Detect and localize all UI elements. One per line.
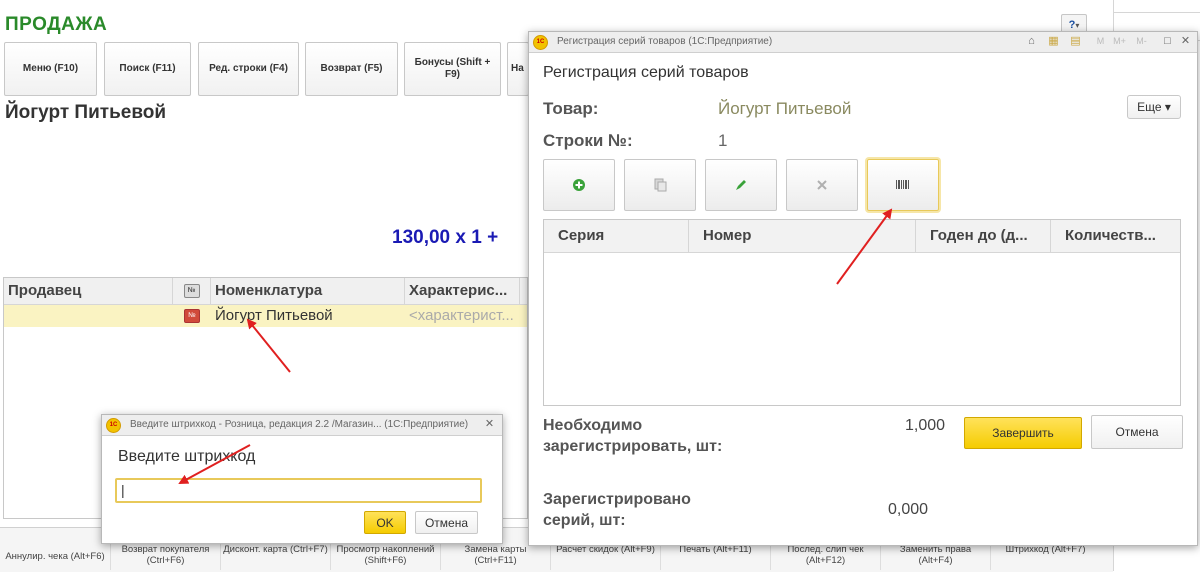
close-icon[interactable]: ✕ bbox=[483, 418, 496, 431]
memory-minus-button[interactable]: M- bbox=[1135, 35, 1148, 48]
need-register-value: 1,000 bbox=[905, 417, 946, 434]
dialog-cancel-button[interactable]: Отмена bbox=[415, 511, 478, 534]
calc-discounts-button[interactable]: Расчет скидок (Alt+F9) bbox=[550, 542, 660, 570]
memory-m-button[interactable]: M bbox=[1094, 35, 1107, 48]
row-number-cell: № bbox=[173, 305, 211, 327]
number-icon: № bbox=[183, 284, 200, 299]
logo-1c-icon: 1С bbox=[106, 418, 121, 433]
product-value: Йогурт Питьевой bbox=[718, 99, 852, 118]
calculator-icon[interactable]: ▦ bbox=[1047, 35, 1060, 48]
help-icon: ? bbox=[1068, 19, 1076, 31]
column-number[interactable]: № bbox=[173, 278, 211, 304]
add-button[interactable] bbox=[543, 159, 615, 211]
delete-button[interactable] bbox=[786, 159, 858, 211]
print-button[interactable]: Печать (Alt+F11) bbox=[660, 542, 770, 570]
barcode-dialog-titlebar[interactable]: 1С Введите штрихкод - Розница, редакция … bbox=[102, 415, 502, 436]
close-icon[interactable]: ✕ bbox=[1179, 35, 1192, 48]
column-nomenclature[interactable]: Номенклатура bbox=[211, 278, 405, 304]
column-seller[interactable]: Продавец bbox=[4, 278, 173, 304]
number-red-icon: № bbox=[184, 309, 200, 324]
search-button[interactable]: Поиск (F11) bbox=[104, 42, 191, 96]
memory-plus-button[interactable]: M+ bbox=[1113, 35, 1126, 48]
replace-card-button[interactable]: Замена карты (Ctrl+F11) bbox=[440, 542, 550, 570]
series-window-heading: Регистрация серий товаров bbox=[543, 64, 749, 81]
product-name: Йогурт Питьевой bbox=[5, 102, 167, 123]
barcode-dialog: 1С Введите штрихкод - Розница, редакция … bbox=[101, 414, 503, 544]
copy-button[interactable] bbox=[624, 159, 696, 211]
home-icon[interactable]: ⌂ bbox=[1025, 35, 1038, 48]
barcode-button[interactable]: Штрихкод (Alt+F7) bbox=[990, 542, 1100, 570]
copy-icon bbox=[654, 178, 667, 192]
column-expiry[interactable]: Годен до (д... bbox=[916, 220, 1051, 252]
maximize-icon[interactable]: □ bbox=[1161, 35, 1174, 48]
table-row[interactable]: № Йогурт Питьевой <характерист... bbox=[4, 305, 527, 327]
cancel-button[interactable]: Отмена bbox=[1091, 415, 1183, 449]
view-savings-button[interactable]: Просмотр накоплений (Shift+F6) bbox=[330, 542, 440, 570]
row-value: 1 bbox=[718, 131, 728, 150]
scan-barcode-button[interactable] bbox=[867, 159, 939, 211]
bonus-button[interactable]: Бонусы (Shift + F9) bbox=[404, 42, 501, 96]
customer-return-button[interactable]: Возврат покупателя (Ctrl+F6) bbox=[110, 542, 220, 570]
add-icon bbox=[573, 179, 585, 191]
registered-value: 0,000 bbox=[888, 501, 929, 518]
more-button[interactable]: Еще ▾ bbox=[1127, 95, 1181, 119]
menu-button[interactable]: Меню (F10) bbox=[4, 42, 97, 96]
barcode-icon bbox=[896, 180, 909, 189]
barcode-dialog-bar-title: Введите штрихкод - Розница, редакция 2.2… bbox=[130, 419, 469, 430]
logo-1c-icon: 1С bbox=[533, 35, 548, 50]
series-registration-window: 1С Регистрация серий товаров (1С:Предпри… bbox=[528, 31, 1198, 546]
ok-button[interactable]: OK bbox=[364, 511, 406, 534]
sale-title: ПРОДАЖА bbox=[5, 14, 108, 35]
registered-label: Зарегистрировано серий, шт: bbox=[543, 491, 691, 529]
series-grid-header: Серия Номер Годен до (д... Количеств... bbox=[544, 220, 1180, 253]
discount-card-button[interactable]: Дисконт. карта (Ctrl+F7) bbox=[220, 542, 330, 570]
sale-table-header: Продавец № Номенклатура Характерис... bbox=[4, 278, 527, 305]
row-label: Строки №: bbox=[543, 131, 633, 150]
sum-line: 130,00 x 1 + bbox=[392, 227, 499, 248]
column-characteristic[interactable]: Характерис... bbox=[405, 278, 520, 304]
series-window-bar-title: Регистрация серий товаров (1С:Предприяти… bbox=[557, 36, 773, 47]
return-button[interactable]: Возврат (F5) bbox=[305, 42, 398, 96]
barcode-input[interactable]: | bbox=[115, 478, 482, 503]
finish-button[interactable]: Завершить bbox=[964, 417, 1082, 449]
barcode-prompt: Введите штрихкод bbox=[118, 448, 256, 465]
row-seller bbox=[4, 305, 173, 327]
extra-top-button[interactable]: На bbox=[507, 42, 529, 96]
edit-icon bbox=[736, 180, 746, 190]
cancel-receipt-button[interactable]: Аннулир. чека (Alt+F6) bbox=[0, 542, 110, 570]
need-register-label: Необходимо зарегистрировать, шт: bbox=[543, 417, 723, 455]
last-slip-button[interactable]: Послед. слип чек (Alt+F12) bbox=[770, 542, 880, 570]
column-number[interactable]: Номер bbox=[689, 220, 916, 252]
row-characteristic: <характерист... bbox=[409, 307, 514, 324]
column-quantity[interactable]: Количеств... bbox=[1051, 220, 1180, 252]
calendar-icon[interactable]: ▤ bbox=[1069, 35, 1082, 48]
series-grid: Серия Номер Годен до (д... Количеств... bbox=[543, 219, 1181, 406]
delete-icon bbox=[817, 180, 827, 190]
product-label: Товар: bbox=[543, 99, 599, 118]
series-window-titlebar[interactable]: 1С Регистрация серий товаров (1С:Предпри… bbox=[529, 32, 1197, 53]
row-item: Йогурт Питьевой bbox=[215, 307, 333, 324]
change-rights-button[interactable]: Заменить права (Alt+F4) bbox=[880, 542, 990, 570]
edit-button[interactable] bbox=[705, 159, 777, 211]
column-series[interactable]: Серия bbox=[544, 220, 689, 252]
edit-row-button[interactable]: Ред. строки (F4) bbox=[198, 42, 299, 96]
